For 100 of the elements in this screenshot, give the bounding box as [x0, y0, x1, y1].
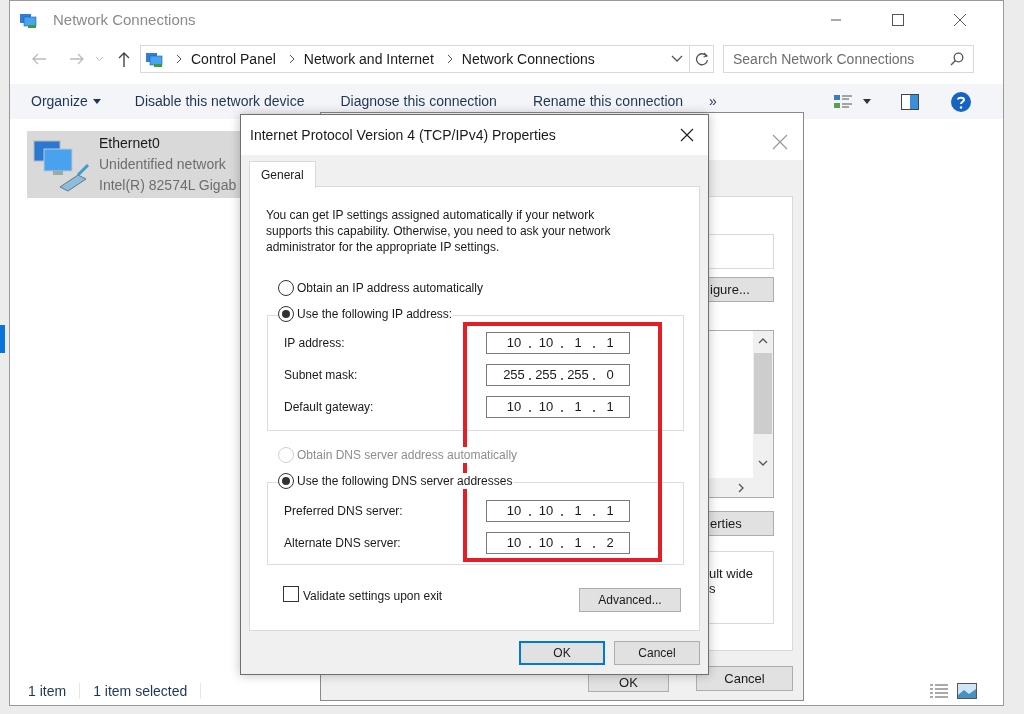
- refresh-button[interactable]: [690, 45, 714, 73]
- dot-separator-icon: [529, 514, 531, 516]
- maximize-icon: [892, 14, 904, 26]
- search-icon: [950, 52, 964, 66]
- description-text: s: [709, 581, 717, 596]
- details-view-button[interactable]: [930, 684, 948, 698]
- vertical-scrollbar[interactable]: [753, 331, 773, 479]
- octet: 1: [573, 334, 583, 353]
- toolbar-command[interactable]: Disable this network device: [134, 91, 305, 112]
- radio-button[interactable]: [278, 473, 294, 489]
- dot-separator-icon: [561, 514, 563, 516]
- ip-address-field[interactable]: 10 10 1 2: [486, 532, 630, 554]
- large-icons-icon: [957, 683, 977, 699]
- dot-separator-icon: [561, 378, 563, 380]
- dot-separator-icon: [529, 378, 531, 380]
- help-button[interactable]: [951, 91, 971, 112]
- status-text: 1 item selected: [92, 681, 189, 701]
- configure-button[interactable]: igure...: [707, 277, 774, 302]
- radio-label: Use the following IP address:: [297, 306, 453, 323]
- pane-icon: [901, 93, 919, 110]
- chevron-right-icon: [175, 54, 183, 64]
- dot-separator-icon: [593, 514, 595, 516]
- properties-button[interactable]: erties: [707, 511, 774, 536]
- dot-separator-icon: [593, 346, 595, 348]
- components-list[interactable]: [707, 330, 774, 498]
- ip-address-field[interactable]: 255 255 255 0: [486, 364, 630, 386]
- horizontal-scrollbar[interactable]: [708, 478, 773, 497]
- chevron-down-icon: [94, 56, 104, 62]
- octet: 2: [605, 534, 615, 553]
- close-icon: [772, 134, 788, 150]
- octet: 10: [537, 502, 555, 521]
- preview-pane-button[interactable]: [901, 93, 919, 110]
- ok-button[interactable]: OK: [519, 641, 605, 665]
- large-icons-button[interactable]: [957, 683, 977, 699]
- octet: 10: [537, 534, 555, 553]
- advanced-button[interactable]: Advanced...: [579, 588, 681, 612]
- dot-separator-icon: [561, 546, 563, 548]
- dot-separator-icon: [593, 546, 595, 548]
- breadcrumb[interactable]: Network Connections: [461, 48, 595, 70]
- field-label: IP address:: [284, 335, 346, 352]
- dialog-close-button[interactable]: [680, 128, 694, 142]
- search-field[interactable]: Search Network Connections: [723, 45, 974, 73]
- dot-separator-icon: [593, 410, 595, 412]
- octet: 255: [566, 366, 590, 385]
- adapter-name: Intel(R) 82574L Gigab: [99, 176, 237, 195]
- octet: 1: [605, 502, 615, 521]
- toolbar-command[interactable]: Diagnose this connection: [340, 91, 497, 112]
- dot-separator-icon: [529, 410, 531, 412]
- octet: 1: [573, 398, 583, 417]
- radio-button[interactable]: [278, 280, 294, 296]
- address-bar[interactable]: Control Panel Network and Internet Network Connections: [140, 45, 690, 73]
- octet: 1: [573, 534, 583, 553]
- view-icon: [834, 93, 852, 110]
- view-options-button[interactable]: [834, 93, 871, 110]
- network-icon: [145, 50, 163, 68]
- radio-label: Use the following DNS server addresses: [297, 473, 513, 490]
- chevron-right-icon: [445, 54, 454, 64]
- scroll-right-icon: [738, 482, 744, 493]
- dot-separator-icon: [529, 346, 531, 348]
- back-arrow-icon: [31, 53, 47, 65]
- radio-label: Obtain DNS server address automatically: [297, 447, 518, 464]
- close-icon: [954, 14, 966, 26]
- ip-address-field[interactable]: 10 10 1 1: [486, 396, 630, 418]
- more-commands-button[interactable]: »: [709, 91, 717, 112]
- toolbar-command[interactable]: Rename this connection: [532, 91, 684, 112]
- checkbox[interactable]: [283, 586, 299, 602]
- checkbox-label: Validate settings upon exit: [303, 588, 443, 605]
- organize-menu[interactable]: Organize: [31, 91, 101, 112]
- network-icon: [19, 11, 37, 29]
- dot-separator-icon: [593, 378, 595, 380]
- octet: 10: [537, 398, 555, 417]
- octet: 10: [537, 334, 555, 353]
- radio-label: Obtain an IP address automatically: [297, 280, 483, 297]
- ip-address-field[interactable]: 10 10 1 1: [486, 500, 630, 522]
- scroll-up-icon: [758, 338, 768, 344]
- cancel-button[interactable]: Cancel: [696, 666, 793, 691]
- octet: 1: [605, 334, 615, 353]
- cancel-button[interactable]: Cancel: [614, 641, 700, 665]
- octet: 10: [505, 334, 523, 353]
- forward-arrow-icon: [69, 53, 85, 65]
- side-marker: [0, 325, 5, 353]
- connection-status: Unidentified network: [99, 155, 227, 174]
- radio-button[interactable]: [278, 306, 294, 322]
- breadcrumb[interactable]: Control Panel: [191, 48, 276, 70]
- scroll-thumb[interactable]: [754, 353, 772, 434]
- description-text: ult wide: [709, 566, 755, 581]
- octet: 10: [505, 502, 523, 521]
- dot-separator-icon: [561, 346, 563, 348]
- status-text: 1 item: [27, 681, 68, 701]
- caret-icon: [863, 99, 871, 104]
- help-icon: [951, 91, 971, 112]
- chevron-right-icon: [287, 54, 296, 64]
- octet: 10: [505, 534, 523, 553]
- ip-address-field[interactable]: 10 10 1 1: [486, 332, 630, 354]
- refresh-icon: [694, 52, 709, 66]
- dot-separator-icon: [561, 410, 563, 412]
- tab[interactable]: General: [249, 161, 316, 188]
- details-view-icon: [930, 684, 948, 698]
- breadcrumb[interactable]: Network and Internet: [303, 48, 434, 70]
- octet: 255: [534, 366, 558, 385]
